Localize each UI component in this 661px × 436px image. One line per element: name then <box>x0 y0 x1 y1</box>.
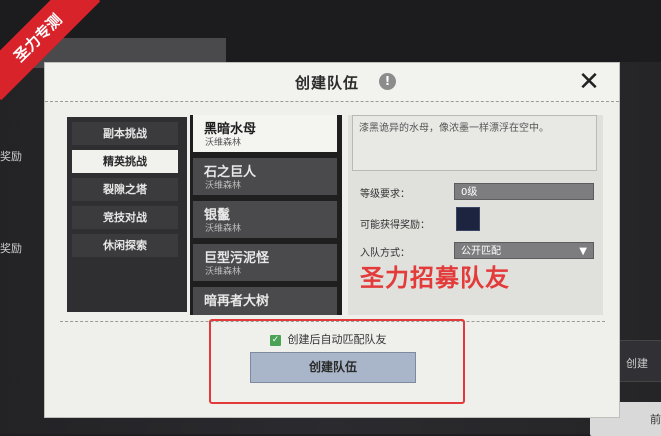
background-text: 创建 <box>626 357 648 370</box>
dungeon-region: 沃维森林 <box>205 181 242 191</box>
level-value: 0级 <box>454 183 594 200</box>
close-icon[interactable]: ✕ <box>575 69 603 97</box>
dungeon-name: 暗再者大树 <box>204 294 270 309</box>
dungeon-region: 沃维森林 <box>205 138 242 148</box>
level-label: 等级要求： <box>360 189 410 200</box>
background-text: 奖励 <box>0 150 22 163</box>
dungeon-item[interactable]: 银鬣 沃维森林 <box>193 201 337 238</box>
background-text: 奖励 <box>0 242 22 255</box>
chevron-down-icon: ▼ <box>579 246 587 257</box>
dungeon-item[interactable]: 暗再者大树 <box>193 287 337 315</box>
reward-label: 可能获得奖励： <box>360 220 430 231</box>
category-list: 副本挑战 精英挑战 裂隙之塔 竞技对战 休闲探索 <box>67 117 187 312</box>
dungeon-item[interactable]: 黑暗水母 沃维森林 <box>193 115 337 152</box>
join-mode-label: 入队方式： <box>360 248 410 259</box>
info-icon[interactable]: ! <box>379 73 396 90</box>
dungeon-region: 沃维森林 <box>205 267 242 277</box>
dungeon-region: 沃维森林 <box>205 224 242 234</box>
background-text: 前 <box>650 413 661 426</box>
dungeon-list: 黑暗水母 沃维森林 石之巨人 沃维森林 银鬣 沃维森林 巨型污泥怪 沃维森林 暗… <box>190 115 342 315</box>
join-mode-value: 公开匹配 <box>461 246 501 257</box>
dungeon-item[interactable]: 石之巨人 沃维森林 <box>193 158 337 195</box>
category-item-elite[interactable]: 精英挑战 <box>72 150 178 173</box>
recruit-overlay-text: 圣力招募队友 <box>360 264 510 292</box>
category-item-leisure[interactable]: 休闲探索 <box>72 234 178 257</box>
highlight-box <box>209 319 465 404</box>
category-item-rift-tower[interactable]: 裂隙之塔 <box>72 178 178 201</box>
reward-item-icon[interactable] <box>456 207 480 231</box>
dialog-title-bar: 创建队伍 ! ✕ <box>45 63 619 102</box>
category-item-dungeon[interactable]: 副本挑战 <box>72 122 178 145</box>
dialog-title: 创建队伍 <box>295 74 360 92</box>
category-item-pvp[interactable]: 竞技对战 <box>72 206 178 229</box>
join-mode-select[interactable]: 公开匹配 ▼ <box>454 242 594 259</box>
dungeon-description: 漆黑诡异的水母，像浓墨一样漂浮在空中。 <box>352 115 597 171</box>
dungeon-item[interactable]: 巨型污泥怪 沃维森林 <box>193 244 337 281</box>
